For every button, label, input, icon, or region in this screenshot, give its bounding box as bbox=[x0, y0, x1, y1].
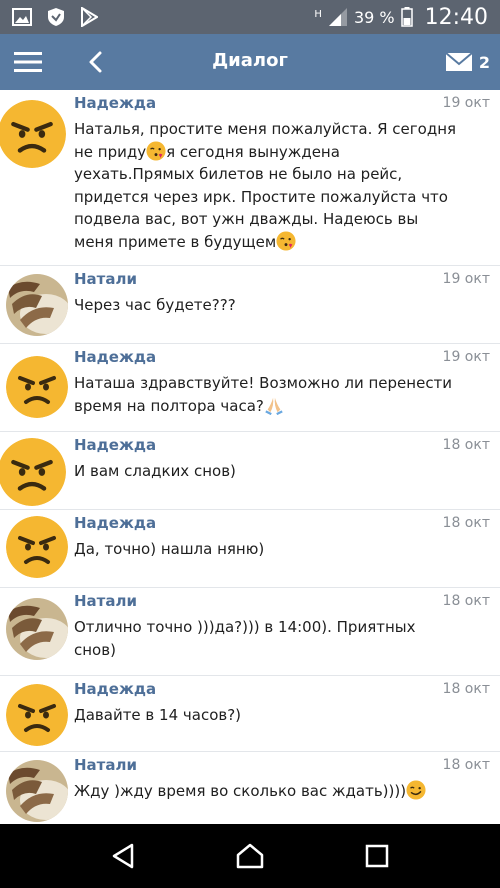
message-item[interactable]: Натали 18 окт Жду )жду время во сколько … bbox=[0, 752, 500, 824]
messages-button[interactable]: 2 bbox=[445, 48, 490, 76]
message-item[interactable]: Надежда 18 окт Давайте в 14 часов?) bbox=[0, 676, 500, 752]
signal-icon bbox=[328, 8, 347, 26]
system-nav-bar bbox=[0, 824, 500, 888]
sender-name[interactable]: Натали bbox=[74, 270, 137, 288]
app-header: Диалог 2 bbox=[0, 34, 500, 90]
envelope-icon bbox=[445, 52, 473, 71]
message-text: Давайте в 14 часов?) bbox=[74, 706, 242, 724]
kiss-heart-emoji-icon bbox=[276, 231, 296, 251]
message-item[interactable]: Натали 18 окт Отлично точно )))да?))) в … bbox=[0, 588, 500, 676]
message-text: И вам сладких снов) bbox=[74, 462, 236, 480]
message-list[interactable]: Надежда 19 окт Наталья, простите меня по… bbox=[0, 90, 500, 824]
nav-home-button[interactable] bbox=[230, 836, 270, 876]
unread-count-badge: 2 bbox=[478, 52, 490, 72]
sender-name[interactable]: Надежда bbox=[74, 436, 156, 454]
avatar[interactable] bbox=[0, 100, 66, 168]
message-date: 18 окт bbox=[442, 437, 490, 453]
nav-back-button[interactable] bbox=[103, 836, 143, 876]
status-bar-notifications bbox=[0, 7, 98, 27]
message-date: 19 окт bbox=[442, 271, 490, 287]
message-date: 18 окт bbox=[442, 757, 490, 773]
avatar[interactable] bbox=[0, 438, 66, 506]
home-icon bbox=[236, 843, 264, 869]
image-notification-icon bbox=[12, 8, 32, 26]
clock: 12:40 bbox=[424, 4, 488, 30]
message-date: 19 окт bbox=[442, 95, 490, 111]
message-item[interactable]: Надежда 18 окт Да, точно) нашла няню) bbox=[0, 510, 500, 588]
praying-hands-emoji-icon bbox=[264, 395, 284, 415]
avatar[interactable] bbox=[6, 274, 68, 336]
avatar[interactable] bbox=[6, 598, 68, 660]
message-date: 19 окт bbox=[442, 349, 490, 365]
status-bar: H 39 % 12:40 bbox=[0, 0, 500, 34]
wink-emoji-icon bbox=[406, 780, 426, 800]
page-title: Диалог bbox=[212, 50, 288, 71]
sender-name[interactable]: Надежда bbox=[74, 94, 156, 112]
status-bar-system: H 39 % 12:40 bbox=[314, 5, 500, 30]
sender-name[interactable]: Надежда bbox=[74, 680, 156, 698]
sender-name[interactable]: Надежда bbox=[74, 348, 156, 366]
message-text: Наталья, простите меня пожалуйста. Я сег… bbox=[74, 120, 457, 251]
message-item[interactable]: Надежда 19 окт Наташа здравствуйте! Возм… bbox=[0, 344, 500, 432]
sender-name[interactable]: Натали bbox=[74, 592, 137, 610]
network-type-label: H bbox=[314, 8, 322, 20]
play-store-icon bbox=[81, 7, 98, 27]
avatar[interactable] bbox=[6, 760, 68, 822]
message-date: 18 окт bbox=[442, 681, 490, 697]
message-date: 18 окт bbox=[442, 593, 490, 609]
sender-name[interactable]: Надежда bbox=[74, 514, 156, 532]
nav-recents-button[interactable] bbox=[357, 836, 397, 876]
message-text: Да, точно) нашла няню) bbox=[74, 540, 265, 558]
sender-name[interactable]: Натали bbox=[74, 756, 137, 774]
message-text: Жду )жду время во сколько вас ждать)))) bbox=[74, 780, 470, 803]
triangle-back-icon bbox=[113, 843, 134, 869]
battery-percent: 39 % bbox=[353, 7, 395, 27]
shield-notification-icon bbox=[48, 8, 64, 26]
avatar[interactable] bbox=[6, 516, 68, 578]
message-date: 18 окт bbox=[442, 515, 490, 531]
kiss-emoji-icon bbox=[146, 141, 166, 161]
square-recents-icon bbox=[365, 844, 388, 868]
message-text: Наташа здравствуйте! Возможно ли перенес… bbox=[74, 374, 453, 415]
message-text: Через час будете??? bbox=[74, 296, 236, 314]
battery-icon bbox=[400, 7, 413, 27]
message-text: Отлично точно )))да?))) в 14:00). Приятн… bbox=[74, 618, 416, 659]
avatar[interactable] bbox=[6, 684, 68, 746]
message-item[interactable]: Натали 19 окт Через час будете??? bbox=[0, 266, 500, 344]
avatar[interactable] bbox=[6, 356, 68, 418]
message-item[interactable]: Надежда 19 окт Наталья, простите меня по… bbox=[0, 90, 500, 266]
message-item[interactable]: Надежда 18 окт И вам сладких снов) bbox=[0, 432, 500, 510]
